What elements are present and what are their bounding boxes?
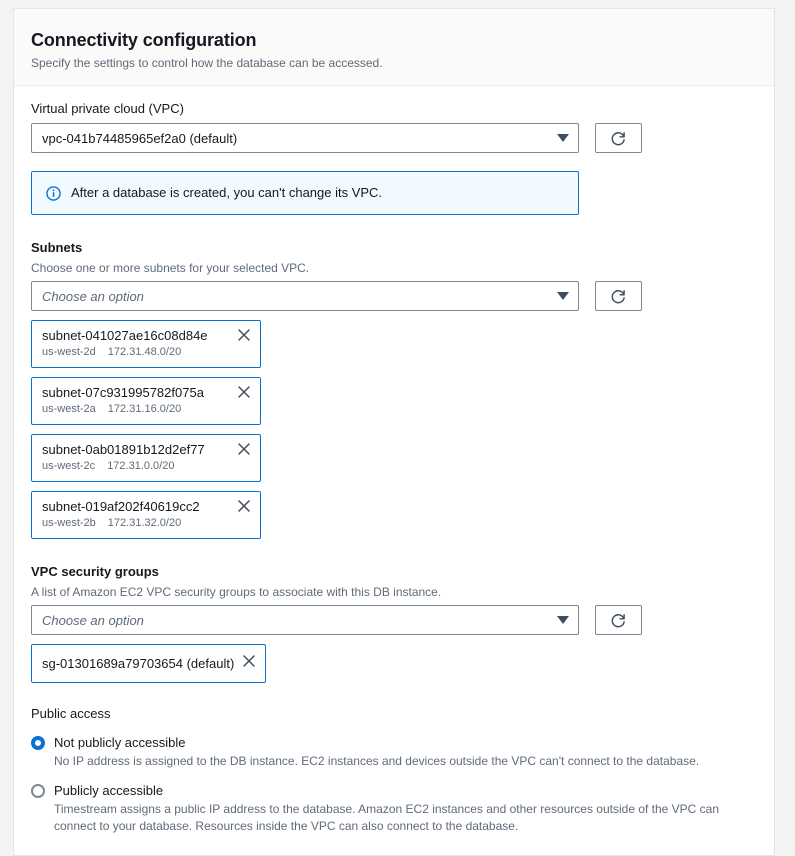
close-icon [238, 443, 250, 455]
radio-not-publicly-accessible-label: Not publicly accessible [54, 735, 186, 750]
subnet-token-remove-button[interactable] [237, 327, 251, 347]
security-groups-refresh-button[interactable] [595, 605, 642, 635]
subnet-token: subnet-0ab01891b12d2ef77 us-west-2c 172.… [31, 434, 261, 482]
vpc-control-row: vpc-041b74485965ef2a0 (default) [31, 123, 757, 153]
subnet-token-az: us-west-2b [42, 517, 96, 529]
security-group-token-remove-button[interactable] [242, 653, 256, 673]
subnet-token-remove-button[interactable] [237, 441, 251, 461]
close-icon [238, 500, 250, 512]
connectivity-configuration-card: Connectivity configuration Specify the s… [13, 8, 775, 856]
public-access-field-group: Public access Not publicly accessible No… [31, 705, 757, 835]
close-icon [243, 655, 256, 667]
page-subtitle: Specify the settings to control how the … [31, 56, 383, 70]
subnet-token-cidr: 172.31.32.0/20 [107, 517, 182, 529]
security-groups-field-group: VPC security groups A list of Amazon EC2… [31, 563, 757, 683]
refresh-icon [611, 613, 625, 627]
subnet-token-id: subnet-07c931995782f075a [42, 385, 204, 400]
chevron-down-icon [557, 616, 569, 624]
subnet-token-meta: us-west-2c 172.31.0.0/20 [42, 459, 205, 474]
subnets-select[interactable]: Choose an option [31, 281, 579, 311]
subnet-token-meta: us-west-2a 172.31.16.0/20 [42, 402, 204, 417]
subnet-token-id: subnet-019af202f40619cc2 [42, 499, 200, 514]
subnet-token-id: subnet-0ab01891b12d2ef77 [42, 442, 205, 457]
security-groups-select-placeholder: Choose an option [42, 612, 144, 628]
subnet-token-az: us-west-2c [42, 460, 96, 472]
security-group-token-list: sg-01301689a79703654 (default) [31, 644, 501, 683]
radio-publicly-accessible[interactable]: Publicly accessible [31, 781, 757, 800]
refresh-icon [611, 289, 625, 303]
radio-unselected-icon [31, 784, 45, 798]
subnet-token-cidr: 172.31.48.0/20 [107, 346, 182, 358]
subnet-token: subnet-07c931995782f075a us-west-2a 172.… [31, 377, 261, 425]
subnet-token-remove-button[interactable] [237, 498, 251, 518]
security-groups-control-row: Choose an option [31, 605, 757, 635]
subnet-token-meta: us-west-2b 172.31.32.0/20 [42, 516, 200, 531]
vpc-field-group: Virtual private cloud (VPC) vpc-041b7448… [31, 100, 757, 215]
subnets-control-row: Choose an option [31, 281, 757, 311]
subnet-token-meta: us-west-2d 172.31.48.0/20 [42, 345, 208, 360]
vpc-select-value: vpc-041b74485965ef2a0 (default) [42, 130, 238, 146]
subnets-field-group: Subnets Choose one or more subnets for y… [31, 239, 757, 539]
radio-not-publicly-accessible[interactable]: Not publicly accessible [31, 733, 757, 752]
subnet-token-cidr: 172.31.16.0/20 [107, 403, 182, 415]
subnet-token-remove-button[interactable] [237, 384, 251, 404]
radio-publicly-accessible-description: Timestream assigns a public IP address t… [54, 802, 720, 833]
subnets-refresh-button[interactable] [595, 281, 642, 311]
security-group-token-id: sg-01301689a79703654 (default) [42, 655, 235, 671]
security-groups-select[interactable]: Choose an option [31, 605, 579, 635]
security-group-token: sg-01301689a79703654 (default) [31, 644, 267, 683]
card-header: Connectivity configuration Specify the s… [14, 9, 774, 86]
subnet-token-id: subnet-041027ae16c08d84e [42, 328, 208, 343]
close-icon [238, 329, 250, 341]
refresh-icon [611, 131, 625, 145]
vpc-label: Virtual private cloud (VPC) [31, 101, 184, 116]
chevron-down-icon [557, 292, 569, 300]
security-groups-label: VPC security groups [31, 564, 159, 579]
radio-selected-icon [31, 736, 45, 750]
subnet-token-cidr: 172.31.0.0/20 [107, 460, 175, 472]
public-access-label: Public access [31, 706, 111, 721]
radio-not-publicly-accessible-description: No IP address is assigned to the DB inst… [54, 754, 700, 768]
chevron-down-icon [557, 134, 569, 142]
close-icon [238, 386, 250, 398]
vpc-refresh-button[interactable] [595, 123, 642, 153]
subnet-token-az: us-west-2a [42, 403, 96, 415]
subnets-select-placeholder: Choose an option [42, 288, 144, 304]
vpc-info-alert: After a database is created, you can't c… [31, 171, 579, 215]
subnets-description: Choose one or more subnets for your sele… [31, 261, 310, 275]
vpc-info-alert-text: After a database is created, you can't c… [71, 185, 383, 200]
subnets-label: Subnets [31, 240, 83, 255]
security-groups-description: A list of Amazon EC2 VPC security groups… [31, 585, 442, 599]
card-body: Virtual private cloud (VPC) vpc-041b7448… [14, 86, 774, 855]
vpc-select[interactable]: vpc-041b74485965ef2a0 (default) [31, 123, 579, 153]
info-icon [46, 186, 61, 201]
subnet-token-list: subnet-041027ae16c08d84e us-west-2d 172.… [31, 320, 501, 539]
subnet-token-az: us-west-2d [42, 346, 96, 358]
page-title: Connectivity configuration [31, 30, 257, 50]
subnet-token: subnet-041027ae16c08d84e us-west-2d 172.… [31, 320, 261, 368]
subnet-token: subnet-019af202f40619cc2 us-west-2b 172.… [31, 491, 261, 539]
radio-publicly-accessible-label: Publicly accessible [54, 783, 164, 798]
